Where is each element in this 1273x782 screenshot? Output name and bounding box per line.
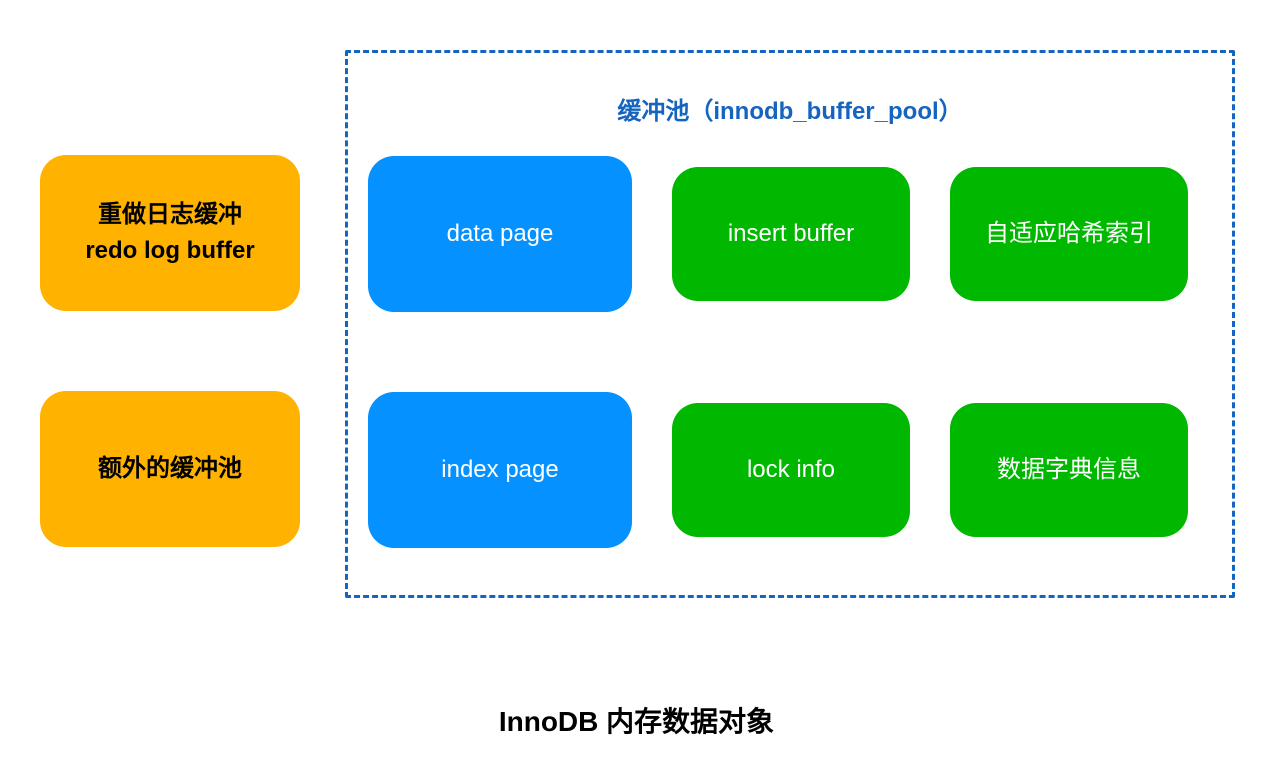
diagram-title: InnoDB 内存数据对象 <box>0 700 1273 740</box>
insert-buffer-box: insert buffer <box>672 167 910 301</box>
lock-info-label: lock info <box>747 452 835 488</box>
left-column: 重做日志缓冲 redo log buffer 额外的缓冲池 <box>40 155 300 547</box>
index-page-label: index page <box>441 452 558 488</box>
extra-buffer-pool-label: 额外的缓冲池 <box>98 451 242 487</box>
extra-buffer-pool-box: 额外的缓冲池 <box>40 391 300 547</box>
adaptive-hash-index-label: 自适应哈希索引 <box>985 216 1153 252</box>
data-dictionary-label: 数据字典信息 <box>997 452 1141 488</box>
data-dictionary-box: 数据字典信息 <box>950 403 1188 537</box>
buffer-pool-container: 缓冲池（innodb_buffer_pool） data page insert… <box>345 50 1235 598</box>
pool-row-1: data page insert buffer 自适应哈希索引 <box>368 156 1212 312</box>
redo-log-buffer-label-cn: 重做日志缓冲 <box>98 197 242 233</box>
pool-grid: data page insert buffer 自适应哈希索引 index pa… <box>368 156 1212 566</box>
insert-buffer-label: insert buffer <box>728 216 854 252</box>
data-page-label: data page <box>447 216 554 252</box>
redo-log-buffer-label-en: redo log buffer <box>85 233 254 269</box>
redo-log-buffer-box: 重做日志缓冲 redo log buffer <box>40 155 300 311</box>
lock-info-box: lock info <box>672 403 910 537</box>
adaptive-hash-index-box: 自适应哈希索引 <box>950 167 1188 301</box>
data-page-box: data page <box>368 156 632 312</box>
buffer-pool-title: 缓冲池（innodb_buffer_pool） <box>368 91 1212 126</box>
index-page-box: index page <box>368 392 632 548</box>
pool-row-2: index page lock info 数据字典信息 <box>368 392 1212 548</box>
